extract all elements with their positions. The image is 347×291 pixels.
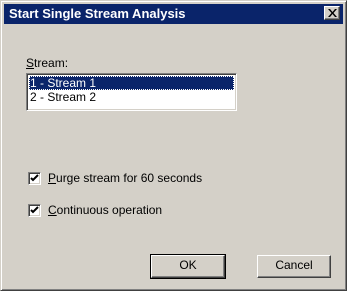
- checkmark-icon: [30, 174, 39, 182]
- continuous-label[interactable]: Continuous operation: [48, 203, 162, 217]
- dialog-window: Start Single Stream Analysis Stream: 1 -…: [0, 0, 347, 291]
- cancel-button[interactable]: Cancel: [257, 255, 331, 278]
- close-icon: [328, 9, 337, 17]
- purge-checkbox[interactable]: [28, 172, 41, 185]
- list-item-stream-2[interactable]: 2 - Stream 2: [29, 90, 234, 104]
- stream-label: Stream:: [26, 56, 69, 70]
- close-button[interactable]: [324, 6, 340, 20]
- title-bar[interactable]: Start Single Stream Analysis: [4, 4, 343, 24]
- stream-listbox[interactable]: 1 - Stream 1 2 - Stream 2: [26, 73, 237, 111]
- ok-button[interactable]: OK: [150, 254, 226, 279]
- checkmark-icon: [30, 206, 39, 214]
- purge-label[interactable]: Purge stream for 60 seconds: [48, 171, 202, 185]
- continuous-checkbox[interactable]: [28, 204, 41, 217]
- window-title: Start Single Stream Analysis: [9, 6, 186, 21]
- list-item-stream-1[interactable]: 1 - Stream 1: [29, 76, 234, 90]
